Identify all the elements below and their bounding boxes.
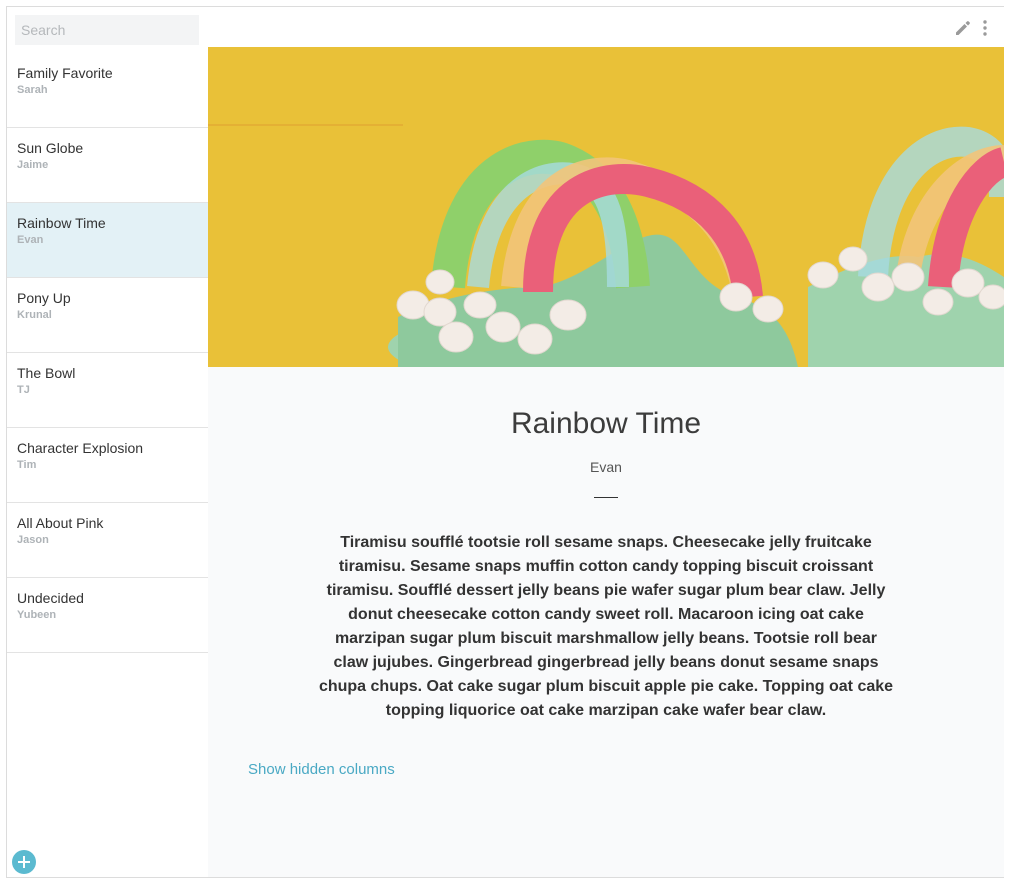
list-item[interactable]: Character Explosion Tim bbox=[7, 428, 208, 503]
list-item[interactable]: Family Favorite Sarah bbox=[7, 53, 208, 128]
pencil-icon[interactable] bbox=[954, 19, 972, 37]
toolbar bbox=[208, 7, 1004, 47]
detail-title: Rainbow Time bbox=[510, 407, 702, 440]
list-item-author: Krunal bbox=[17, 309, 52, 321]
detail-description: Tiramisu soufflé tootsie roll sesame sna… bbox=[318, 534, 894, 719]
list-item-title: All About Pink bbox=[17, 515, 104, 531]
search-input[interactable] bbox=[15, 15, 199, 45]
card-list: Family Favorite Sarah Sun Globe Jaime Ra… bbox=[7, 53, 208, 653]
list-item-title: Character Explosion bbox=[17, 440, 144, 456]
hero-image bbox=[208, 47, 1004, 367]
list-item-title: Family Favorite bbox=[17, 65, 113, 81]
list-item[interactable]: All About Pink Jason bbox=[7, 503, 208, 578]
list-item[interactable]: Undecided Yubeen bbox=[7, 578, 208, 653]
list-item-title: Undecided bbox=[17, 590, 84, 606]
list-item-author: Jason bbox=[17, 534, 49, 546]
title-divider bbox=[594, 497, 618, 498]
list-item-title: Sun Globe bbox=[17, 140, 84, 156]
list-item-title: The Bowl bbox=[17, 365, 76, 381]
list-item-author: Jaime bbox=[17, 159, 49, 171]
list-item[interactable]: The Bowl TJ bbox=[7, 353, 208, 428]
add-card-button[interactable] bbox=[12, 850, 36, 874]
list-item-selected[interactable]: Rainbow Time Evan bbox=[7, 203, 208, 278]
show-hidden-columns-link[interactable]: Show hidden columns bbox=[248, 761, 395, 778]
vertical-ellipsis-icon[interactable] bbox=[978, 19, 992, 37]
search-container bbox=[15, 15, 199, 45]
list-item-title: Rainbow Time bbox=[17, 215, 106, 231]
list-item-author: Tim bbox=[17, 459, 37, 471]
detail-author: Evan bbox=[590, 459, 622, 475]
app-window: Family Favorite Sarah Sun Globe Jaime Ra… bbox=[6, 6, 1004, 878]
list-item-title: Pony Up bbox=[17, 290, 71, 306]
list-item[interactable]: Pony Up Krunal bbox=[7, 278, 208, 353]
list-item-author: Sarah bbox=[17, 84, 48, 96]
list-item-author: Yubeen bbox=[17, 609, 57, 621]
list-item-author: TJ bbox=[17, 384, 30, 396]
list-item[interactable]: Sun Globe Jaime bbox=[7, 128, 208, 203]
list-item-author: Evan bbox=[17, 234, 44, 246]
detail-pane: Rainbow Time Evan Tiramisu soufflé toots… bbox=[208, 7, 1004, 877]
sidebar: Family Favorite Sarah Sun Globe Jaime Ra… bbox=[7, 7, 209, 877]
